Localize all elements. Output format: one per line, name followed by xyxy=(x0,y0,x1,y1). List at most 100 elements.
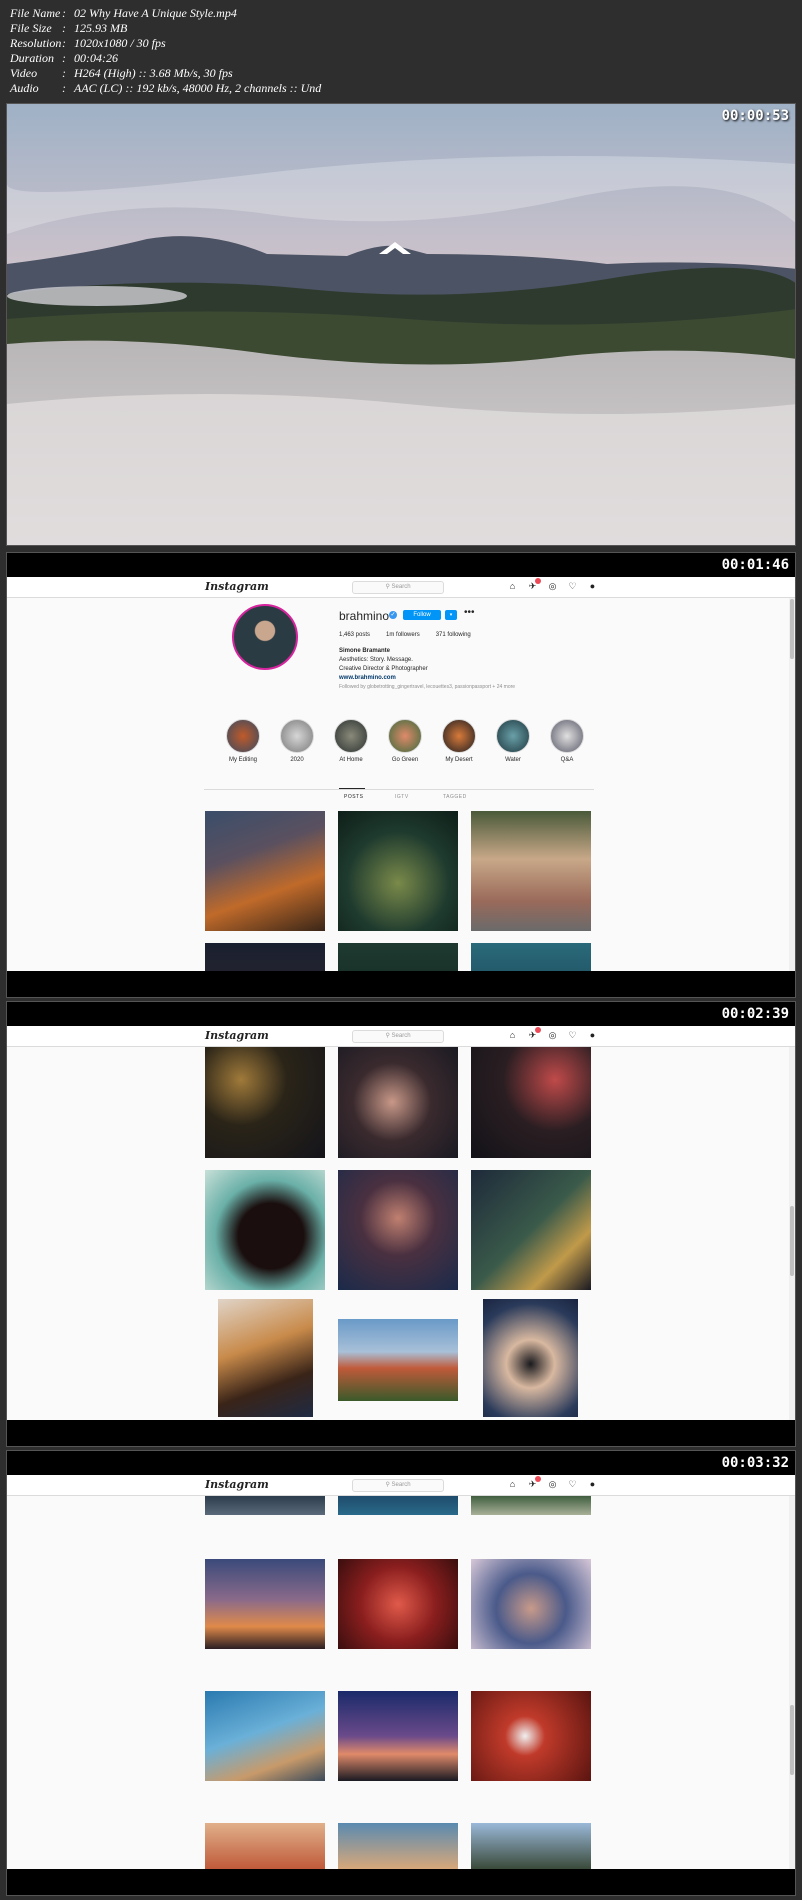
info-separator: : xyxy=(62,51,66,65)
instagram-page: Instagram ⚲ Search ⌂ ✈ ◎ ♡ ● xyxy=(7,1475,795,1869)
instagram-logo[interactable]: Instagram xyxy=(205,1029,269,1042)
heart-icon[interactable]: ♡ xyxy=(567,1030,578,1041)
nav-icons: ⌂ ✈ ◎ ♡ ● xyxy=(507,1027,598,1041)
profile-avatar-icon[interactable]: ● xyxy=(587,1030,598,1041)
post-thumbnail[interactable] xyxy=(338,811,458,931)
info-key: Resolution xyxy=(10,36,62,50)
highlight-my-desert[interactable]: My Desert xyxy=(434,719,484,763)
info-row-file-size: File Size:125.93 MB xyxy=(10,21,790,36)
highlight-2020[interactable]: 2020 xyxy=(272,719,322,763)
nav-icons: ⌂ ✈ ◎ ♡ ● xyxy=(507,578,598,592)
profile-username: brahmino xyxy=(339,609,390,623)
profile-avatar[interactable] xyxy=(232,604,298,670)
post-thumbnail[interactable] xyxy=(471,1823,591,1869)
info-value: 1020x1080 / 30 fps xyxy=(74,36,166,50)
scrollbar[interactable] xyxy=(789,597,795,971)
heart-icon[interactable]: ♡ xyxy=(567,1479,578,1490)
scrollbar-thumb[interactable] xyxy=(790,1206,794,1276)
active-tab-indicator xyxy=(339,788,365,789)
following-count[interactable]: 371 following xyxy=(436,632,471,638)
followers-count[interactable]: 1m followers xyxy=(386,632,420,638)
info-row-duration: Duration:00:04:26 xyxy=(10,51,790,66)
highlight-label: At Home xyxy=(339,757,363,763)
highlight-label: 2020 xyxy=(290,757,304,763)
letterbox-bar xyxy=(7,1420,795,1446)
info-separator: : xyxy=(62,81,66,95)
instagram-logo[interactable]: Instagram xyxy=(205,580,269,593)
post-thumbnail[interactable] xyxy=(471,943,591,971)
info-separator: : xyxy=(62,21,66,35)
highlight-label: Water xyxy=(505,757,521,763)
more-options-icon[interactable]: ••• xyxy=(464,607,475,618)
post-thumbnail[interactable] xyxy=(205,1495,325,1515)
post-thumbnail[interactable] xyxy=(205,1046,325,1158)
post-thumbnail[interactable] xyxy=(338,1691,458,1781)
heart-icon[interactable]: ♡ xyxy=(567,581,578,592)
post-thumbnail[interactable] xyxy=(338,1823,458,1869)
scrollbar[interactable] xyxy=(789,1046,795,1420)
letterbox-bar xyxy=(7,1869,795,1895)
search-input[interactable]: ⚲ Search xyxy=(352,1030,444,1043)
posts-count: 1,463 posts xyxy=(339,632,371,638)
profile-website-link[interactable]: www.brahmino.com xyxy=(339,674,515,683)
post-thumbnail[interactable] xyxy=(338,943,458,971)
post-thumbnail[interactable] xyxy=(471,1559,591,1649)
profile-avatar-icon[interactable]: ● xyxy=(587,581,598,592)
highlight-thumbnail xyxy=(496,719,530,753)
profile-avatar-icon[interactable]: ● xyxy=(587,1479,598,1490)
search-input[interactable]: ⚲ Search xyxy=(352,1479,444,1492)
post-thumbnail[interactable] xyxy=(483,1299,578,1417)
post-thumbnail[interactable] xyxy=(471,1170,591,1290)
post-thumbnail[interactable] xyxy=(471,811,591,931)
tab-igtv[interactable]: IGTV xyxy=(395,794,409,800)
timestamp: 00:03:32 xyxy=(721,1455,789,1471)
scrollbar[interactable] xyxy=(789,1495,795,1869)
instagram-topbar: Instagram ⚲ Search ⌂ ✈ ◎ ♡ ● xyxy=(7,1475,795,1496)
suggested-dropdown-button[interactable]: ▾ xyxy=(445,610,457,620)
post-thumbnail[interactable] xyxy=(471,1691,591,1781)
direct-message-icon[interactable]: ✈ xyxy=(527,578,541,592)
highlight-go-green[interactable]: Go Green xyxy=(380,719,430,763)
post-thumbnail[interactable] xyxy=(471,1495,591,1515)
post-thumbnail[interactable] xyxy=(338,1559,458,1649)
post-thumbnail[interactable] xyxy=(218,1299,313,1417)
info-key: Audio xyxy=(10,81,39,95)
post-thumbnail[interactable] xyxy=(338,1319,458,1401)
post-thumbnail[interactable] xyxy=(205,943,325,971)
explore-icon[interactable]: ◎ xyxy=(547,581,558,592)
followed-by-text[interactable]: Followed by globetrotting_gingertravel, … xyxy=(339,683,515,692)
instagram-logo[interactable]: Instagram xyxy=(205,1478,269,1491)
highlight-my-editing[interactable]: My Editing xyxy=(218,719,268,763)
home-icon[interactable]: ⌂ xyxy=(507,581,518,592)
explore-icon[interactable]: ◎ xyxy=(547,1479,558,1490)
scrollbar-thumb[interactable] xyxy=(790,599,794,659)
highlight-label: My Editing xyxy=(228,757,257,763)
scrollbar-thumb[interactable] xyxy=(790,1705,794,1775)
post-thumbnail[interactable] xyxy=(205,811,325,931)
info-key: File Name xyxy=(10,6,61,20)
post-thumbnail[interactable] xyxy=(205,1559,325,1649)
highlight-water[interactable]: Water xyxy=(488,719,538,763)
post-thumbnail[interactable] xyxy=(205,1691,325,1781)
post-thumbnail[interactable] xyxy=(471,1046,591,1158)
landscape-image xyxy=(7,104,795,545)
info-row-video: Video: H264 (High) :: 3.68 Mb/s, 30 fps xyxy=(10,66,790,81)
home-icon[interactable]: ⌂ xyxy=(507,1030,518,1041)
direct-message-icon[interactable]: ✈ xyxy=(527,1027,541,1041)
post-thumbnail[interactable] xyxy=(205,1823,325,1869)
post-thumbnail[interactable] xyxy=(205,1170,325,1290)
explore-icon[interactable]: ◎ xyxy=(547,1030,558,1041)
tab-posts[interactable]: POSTS xyxy=(344,794,363,800)
post-thumbnail[interactable] xyxy=(338,1495,458,1515)
post-thumbnail[interactable] xyxy=(338,1170,458,1290)
follow-button[interactable]: Follow xyxy=(403,610,441,620)
post-thumbnail[interactable] xyxy=(338,1046,458,1158)
highlight-qa[interactable]: Q&A xyxy=(542,719,592,763)
search-placeholder: Search xyxy=(391,584,411,590)
tab-tagged[interactable]: TAGGED xyxy=(443,794,467,800)
direct-message-icon[interactable]: ✈ xyxy=(527,1476,541,1490)
search-input[interactable]: ⚲ Search xyxy=(352,581,444,594)
home-icon[interactable]: ⌂ xyxy=(507,1479,518,1490)
highlight-at-home[interactable]: At Home xyxy=(326,719,376,763)
letterbox-bar xyxy=(7,971,795,997)
